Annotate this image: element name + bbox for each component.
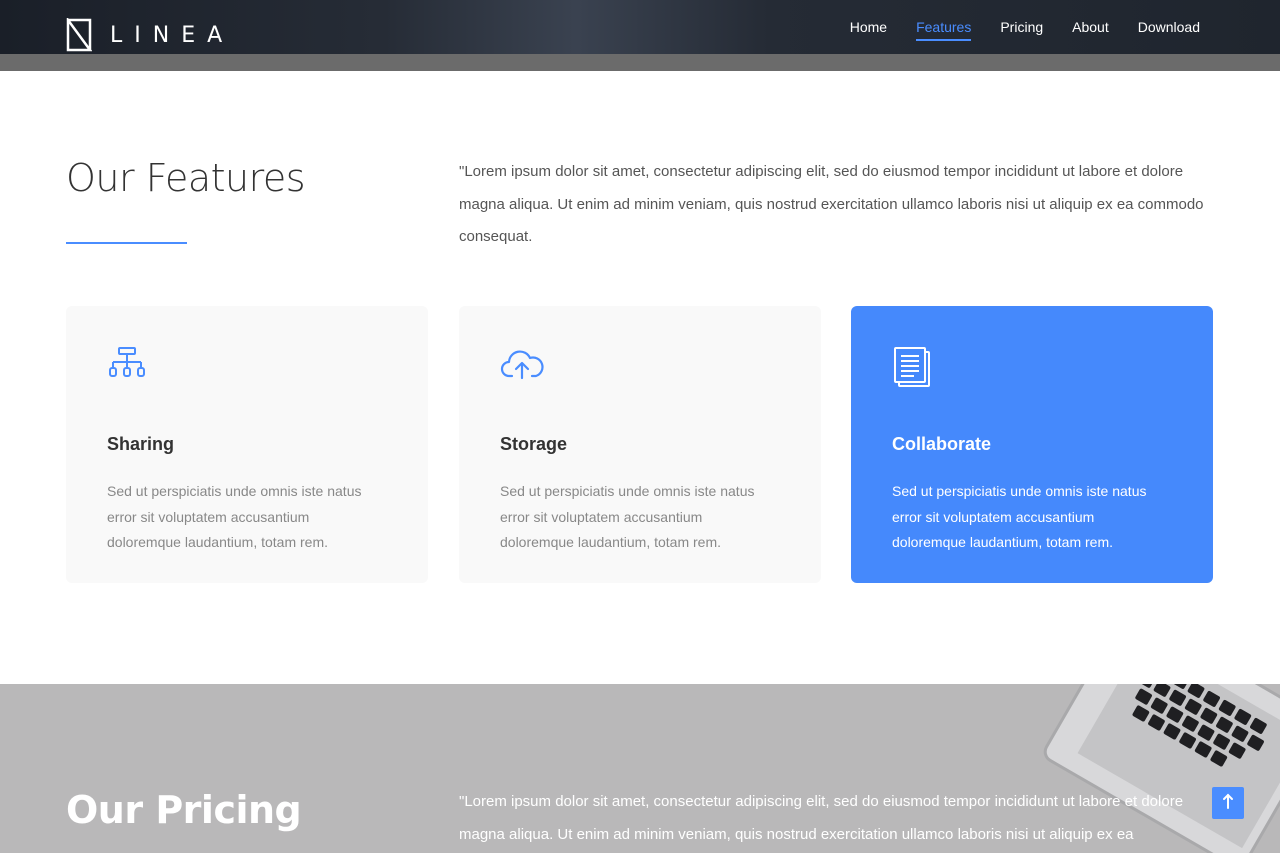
scroll-to-top-button[interactable] bbox=[1212, 787, 1244, 819]
nav-download[interactable]: Download bbox=[1138, 11, 1200, 43]
main-nav: Home Features Pricing About Download bbox=[821, 0, 1200, 54]
nav-about[interactable]: About bbox=[1072, 11, 1109, 43]
site-header: LINEA Home Features Pricing About Downlo… bbox=[0, 0, 1280, 54]
title-underline bbox=[66, 242, 187, 244]
feature-card-collaborate[interactable]: Collaborate Sed ut perspiciatis unde omn… bbox=[851, 306, 1213, 583]
card-text: Sed ut perspiciatis unde omnis iste natu… bbox=[500, 483, 755, 551]
feature-card-storage[interactable]: Storage Sed ut perspiciatis unde omnis i… bbox=[459, 306, 821, 583]
pricing-title: Our Pricing bbox=[66, 788, 302, 832]
card-title: Collaborate bbox=[892, 434, 992, 454]
arrow-up-icon bbox=[1222, 793, 1234, 814]
features-description: "Lorem ipsum dolor sit amet, consectetur… bbox=[459, 163, 1204, 245]
card-text: Sed ut perspiciatis unde omnis iste natu… bbox=[892, 483, 1147, 551]
header-strip bbox=[0, 54, 1280, 71]
logo[interactable]: LINEA bbox=[66, 18, 234, 52]
card-text: Sed ut perspiciatis unde omnis iste natu… bbox=[107, 483, 362, 551]
pricing-description: "Lorem ipsum dolor sit amet, consectetur… bbox=[459, 793, 1184, 843]
feature-card-sharing[interactable]: Sharing Sed ut perspiciatis unde omnis i… bbox=[66, 306, 428, 583]
nav-features[interactable]: Features bbox=[916, 11, 972, 43]
nav-home[interactable]: Home bbox=[850, 11, 887, 43]
features-title: Our Features bbox=[66, 156, 306, 200]
document-icon bbox=[892, 346, 1173, 387]
brand-name: LINEA bbox=[110, 22, 235, 48]
linea-logo-icon bbox=[66, 18, 92, 52]
nav-pricing[interactable]: Pricing bbox=[1000, 11, 1043, 43]
pricing-section: Our Pricing "Lorem ipsum dolor sit amet,… bbox=[0, 684, 1280, 853]
sitemap-icon bbox=[107, 346, 388, 386]
card-title: Sharing bbox=[107, 434, 175, 454]
card-title: Storage bbox=[500, 434, 568, 454]
cloud-upload-icon bbox=[500, 346, 781, 386]
